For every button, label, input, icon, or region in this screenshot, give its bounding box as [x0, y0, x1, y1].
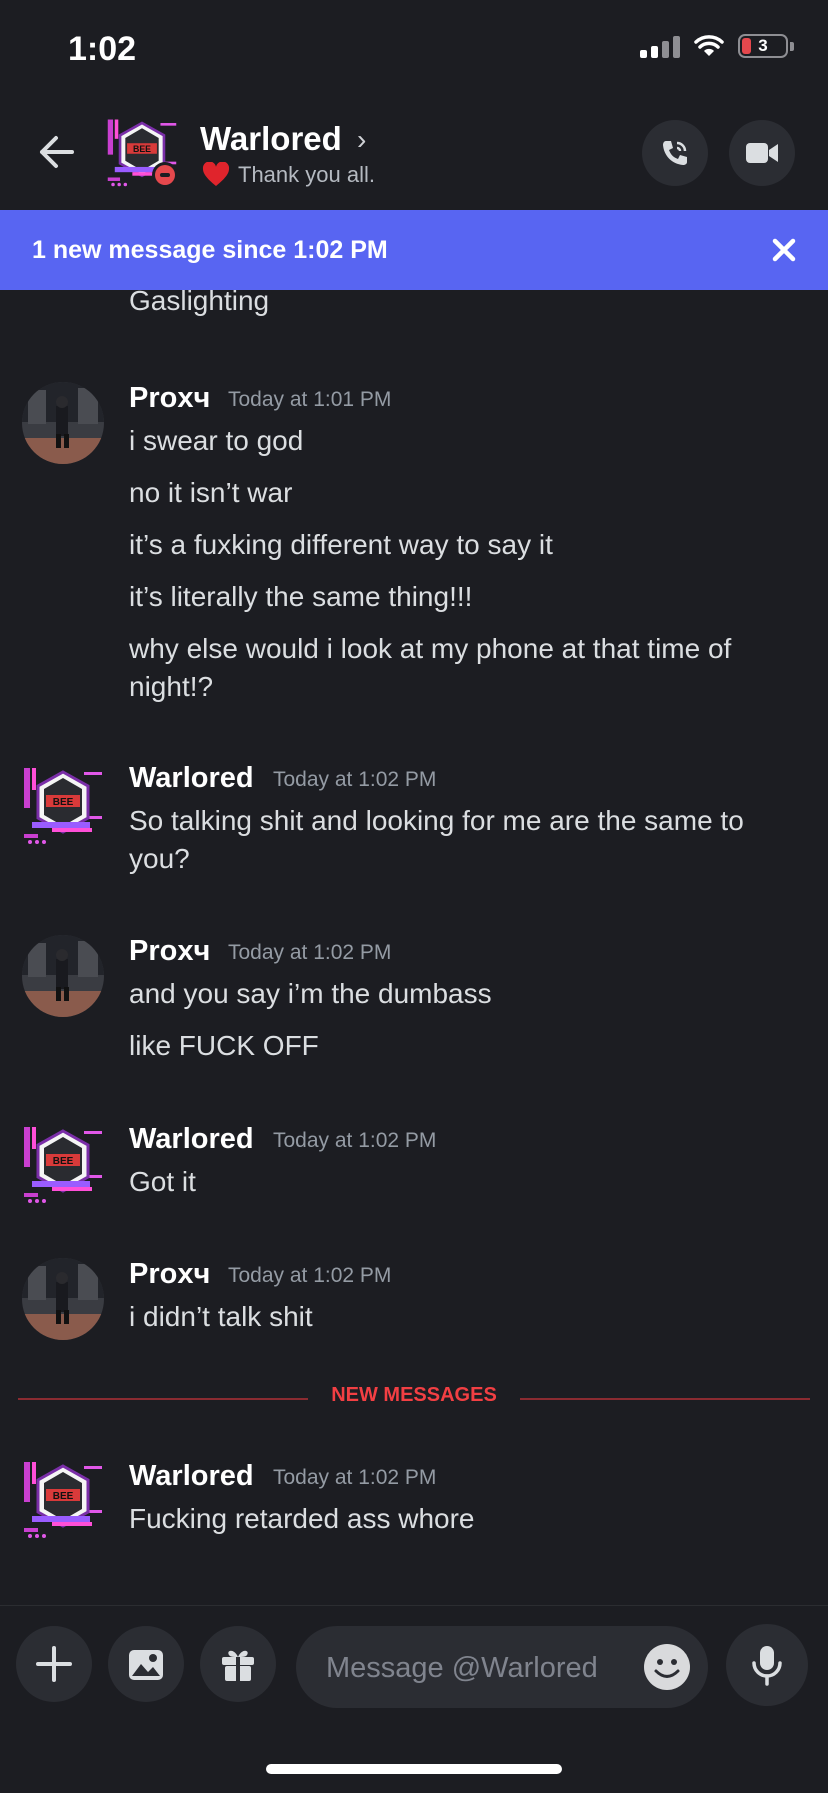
message-line: why else would i look at my phone at tha…: [129, 633, 732, 664]
close-icon[interactable]: [766, 232, 802, 268]
message-author[interactable]: Warlored: [129, 762, 254, 795]
message-timestamp: Today at 1:02 PM: [273, 1129, 437, 1152]
video-icon: [746, 143, 778, 163]
message-author[interactable]: Warlored: [129, 1460, 254, 1493]
message-line: Got it: [129, 1166, 196, 1197]
gift-button[interactable]: [200, 1626, 276, 1702]
new-message-banner[interactable]: 1 new message since 1:02 PM: [0, 210, 828, 290]
new-messages-label: NEW MESSAGES: [311, 1384, 517, 1406]
message-author[interactable]: Warlored: [129, 1123, 254, 1156]
message-author[interactable]: Proxч: [129, 935, 210, 968]
message-line: Fucking retarded ass whore: [129, 1503, 475, 1534]
message-input[interactable]: [324, 1626, 628, 1710]
message-timestamp: Today at 1:02 PM: [228, 1264, 392, 1287]
message-timestamp: Today at 1:02 PM: [228, 941, 392, 964]
battery-level: 3: [758, 36, 768, 55]
clock: 1:02: [68, 30, 137, 68]
battery-cap: [790, 41, 794, 51]
message-author[interactable]: Proxч: [129, 1258, 210, 1291]
message-line: no it isn’t war: [129, 477, 293, 508]
avatar[interactable]: [22, 1458, 104, 1540]
custom-status: Thank you all.: [202, 162, 375, 188]
dnd-status-icon: [152, 162, 178, 188]
channel-title[interactable]: Warlored: [200, 120, 342, 158]
message-line: So talking shit and looking for me are t…: [129, 805, 744, 836]
call-icon: [663, 141, 687, 165]
gift-icon: [222, 1650, 254, 1681]
banner-text: 1 new message since 1:02 PM: [32, 236, 388, 264]
avatar[interactable]: [22, 1123, 104, 1205]
emoji-icon[interactable]: [644, 1644, 690, 1690]
message-timestamp: Today at 1:02 PM: [273, 1466, 437, 1489]
message-line: it’s a fuxking different way to say it: [129, 529, 553, 560]
message-line: you?: [129, 843, 190, 874]
plus-icon: [36, 1646, 72, 1682]
message-line: night!?: [129, 671, 214, 702]
avatar[interactable]: [22, 935, 104, 1017]
message-timestamp: Today at 1:02 PM: [273, 768, 437, 791]
avatar[interactable]: [22, 764, 104, 846]
message-line: and you say i’m the dumbass: [129, 978, 492, 1009]
cellular-signal-icon: [640, 34, 680, 58]
message-list[interactable]: Gaslighting Proxч Today at 1:01 PM i swe…: [0, 290, 828, 1605]
custom-status-text: Thank you all.: [238, 162, 375, 187]
message-line: i swear to god: [129, 425, 304, 456]
call-button[interactable]: [642, 120, 708, 186]
gallery-button[interactable]: [108, 1626, 184, 1702]
message-line: Gaslighting: [129, 290, 270, 316]
dm-header: Warlored › Thank you all.: [0, 100, 828, 210]
video-call-button[interactable]: [729, 120, 795, 186]
message-author[interactable]: Proxч: [129, 382, 210, 415]
message-line: i didn’t talk shit: [129, 1301, 313, 1332]
image-icon: [129, 1650, 163, 1680]
microphone-icon: [752, 1646, 782, 1686]
message-input-wrapper: [296, 1626, 708, 1710]
avatar[interactable]: [22, 1258, 104, 1340]
heart-icon: [202, 162, 230, 186]
back-arrow-icon[interactable]: [34, 130, 78, 174]
voice-message-button[interactable]: [726, 1624, 808, 1706]
wifi-icon: [694, 35, 724, 56]
status-icons: 3: [640, 34, 794, 58]
add-attachment-button[interactable]: [16, 1626, 92, 1702]
battery-icon: 3: [738, 34, 788, 58]
message-line: it’s literally the same thing!!!: [129, 581, 473, 612]
message-line: like FUCK OFF: [129, 1030, 319, 1061]
avatar[interactable]: [22, 382, 104, 464]
new-messages-divider: NEW MESSAGES: [18, 1384, 810, 1414]
status-bar: 1:02 3: [0, 0, 828, 100]
message-timestamp: Today at 1:01 PM: [228, 388, 392, 411]
chevron-right-icon[interactable]: ›: [357, 124, 366, 156]
home-indicator[interactable]: [266, 1764, 562, 1774]
